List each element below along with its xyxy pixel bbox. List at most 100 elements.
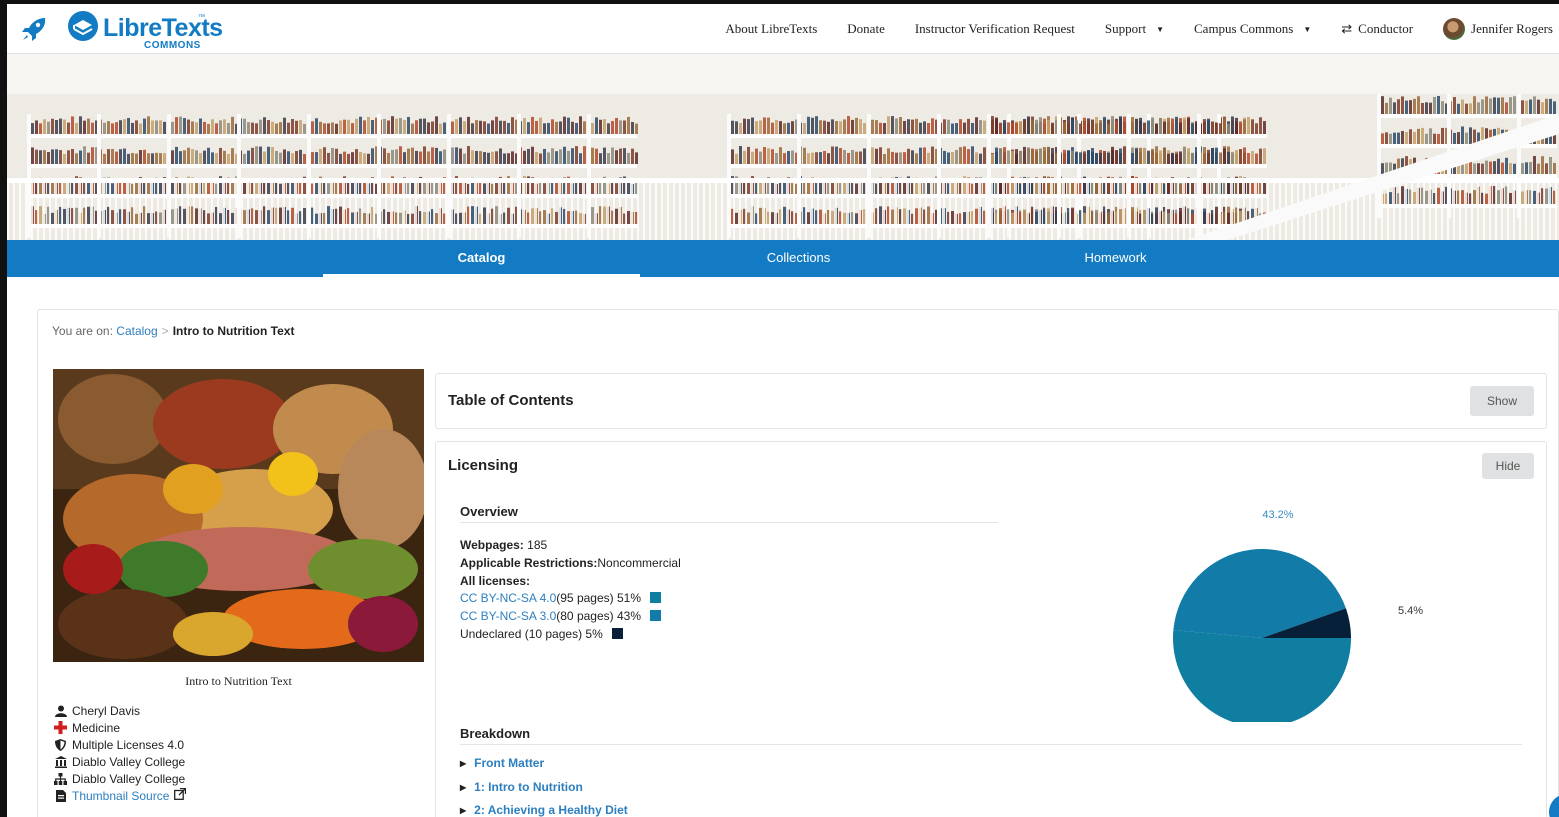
- banner-illustration: [7, 54, 1559, 240]
- nav-conductor-label: Conductor: [1358, 21, 1414, 36]
- webpages-value: 185: [527, 538, 548, 552]
- license-overview: Webpages: 185 Applicable Restrictions:No…: [460, 537, 681, 644]
- pie-slice-label: 5.4%: [1398, 605, 1423, 617]
- meta-license: Multiple Licenses 4.0: [54, 736, 186, 753]
- webpages-row: Webpages: 185: [460, 537, 681, 555]
- caret-down-icon: ▼: [1303, 24, 1312, 34]
- breakdown-item[interactable]: ▶ 2: Achieving a Healthy Diet: [460, 803, 628, 817]
- nav-campus-dropdown[interactable]: Campus Commons ▼: [1179, 21, 1326, 37]
- overview-divider: [460, 522, 998, 523]
- overview-heading: Overview: [460, 504, 518, 519]
- tab-homework[interactable]: Homework: [957, 240, 1274, 277]
- medical-cross-icon: [54, 721, 67, 734]
- license-detail: (80 pages) 43%: [556, 609, 641, 624]
- licensing-title: Licensing: [448, 457, 519, 474]
- meta-author: Cheryl Davis: [54, 702, 186, 719]
- book-cover-image: [53, 369, 424, 662]
- restrictions-label: Applicable Restrictions:: [460, 555, 598, 570]
- book-metadata: Cheryl Davis Medicine Multiple Licenses …: [54, 702, 187, 804]
- caret-down-icon: ▼: [1156, 24, 1164, 34]
- nav-user-label: Jennifer Rogers: [1471, 21, 1553, 36]
- top-navbar: LibreTexts ™ COMMONS About LibreTexts Do…: [7, 4, 1559, 54]
- thumbnail-source-link[interactable]: Thumbnail Source: [72, 789, 169, 803]
- breadcrumb-catalog-link[interactable]: Catalog: [116, 324, 157, 338]
- breadcrumb-prefix: You are on:: [52, 324, 113, 338]
- license-detail: (10 pages) 5%: [521, 626, 603, 641]
- breakdown-divider: [460, 744, 1522, 745]
- tab-catalog[interactable]: Catalog: [323, 240, 640, 277]
- nav-donate[interactable]: Donate: [832, 21, 900, 37]
- nav-verification-label: Instructor Verification Request: [914, 21, 1075, 36]
- nav-donate-label: Donate: [847, 21, 885, 36]
- book-page: You are on: Catalog > Intro to Nutrition T…: [37, 309, 1559, 817]
- nav-about[interactable]: About LibreTexts: [710, 21, 832, 37]
- license-row: Undeclared (10 pages) 5%: [460, 626, 681, 644]
- logo-trademark: ™: [198, 14, 205, 21]
- breakdown-item-label: Front Matter: [474, 756, 545, 770]
- breakdown-item-label: 2: Achieving a Healthy Diet: [474, 803, 628, 817]
- app-frame: LibreTexts ™ COMMONS About LibreTexts Do…: [0, 0, 1559, 817]
- license-color-swatch: [650, 610, 661, 622]
- cover-illustration: [53, 369, 424, 662]
- license-link[interactable]: CC BY-NC-SA 3.0: [460, 609, 556, 623]
- breakdown-heading: Breakdown: [460, 726, 531, 741]
- libretexts-logo[interactable]: LibreTexts ™ COMMONS: [67, 8, 223, 52]
- nav-campus-label: Campus Commons: [1194, 21, 1294, 36]
- avatar: [1443, 18, 1466, 40]
- meta-license-text: Multiple Licenses 4.0: [72, 737, 185, 752]
- sitemap-icon: [54, 772, 67, 785]
- restrictions-value: Noncommercial: [597, 555, 681, 570]
- shield-icon: [54, 738, 67, 751]
- meta-campus-text: Diablo Valley College: [72, 771, 186, 786]
- exchange-icon: ⇄: [1341, 21, 1353, 36]
- user-icon: [54, 704, 67, 717]
- nav-support-label: Support: [1104, 21, 1147, 36]
- license-name: Undeclared: [460, 626, 522, 641]
- nav-about-label: About LibreTexts: [725, 21, 818, 36]
- toc-card: Table of Contents Show: [435, 373, 1547, 429]
- nav-support-dropdown[interactable]: Support ▼: [1090, 21, 1179, 37]
- external-link-icon[interactable]: [174, 787, 187, 803]
- meta-thumbnail: Thumbnail Source: [54, 787, 187, 804]
- all-licenses-row: All licenses:: [460, 573, 681, 591]
- breakdown-item[interactable]: ▶ 1: Intro to Nutrition: [460, 780, 583, 794]
- meta-subject-text: Medicine: [72, 720, 121, 735]
- logo-subtitle: COMMONS: [144, 40, 201, 51]
- breadcrumb: You are on: Catalog > Intro to Nutrition T…: [52, 324, 294, 338]
- logo-mark-icon: [68, 11, 98, 41]
- institution-icon: [54, 755, 67, 768]
- license-row: CC BY-NC-SA 3.0(80 pages) 43%: [460, 608, 681, 626]
- meta-subject: Medicine: [54, 719, 186, 736]
- license-color-swatch: [611, 627, 623, 639]
- restrictions-row: Applicable Restrictions:Noncommercial: [460, 555, 681, 573]
- all-licenses-label: All licenses:: [460, 573, 531, 588]
- book-title: Intro to Nutrition Text: [185, 674, 292, 688]
- license-row: CC BY-NC-SA 4.0(95 pages) 51%: [460, 590, 681, 608]
- license-link[interactable]: CC BY-NC-SA 4.0: [460, 591, 556, 605]
- meta-institution-text: Diablo Valley College: [72, 754, 186, 769]
- pie-slice-label: 43.2%: [1262, 509, 1293, 521]
- toc-show-button[interactable]: Show: [1470, 386, 1534, 416]
- meta-author-text: Cheryl Davis: [72, 703, 141, 718]
- meta-campus: Diablo Valley College: [54, 770, 186, 787]
- licensing-card: Licensing Hide Overview Webpages: 185 Ap…: [435, 441, 1547, 817]
- meta-institution: Diablo Valley College: [54, 753, 186, 770]
- commons-tab-bar: Catalog Collections Homework: [7, 240, 1559, 277]
- nav-user-menu[interactable]: Jennifer Rogers: [1428, 18, 1559, 40]
- rocket-icon[interactable]: [21, 16, 49, 42]
- nav-verification[interactable]: Instructor Verification Request: [900, 21, 1090, 37]
- nav-links: About LibreTexts Donate Instructor Verif…: [710, 4, 1559, 54]
- toc-title: Table of Contents: [448, 392, 574, 409]
- caret-right-icon: ▶: [460, 783, 467, 792]
- licensing-hide-button[interactable]: Hide: [1482, 453, 1534, 479]
- tab-collections[interactable]: Collections: [640, 240, 957, 277]
- license-detail: (95 pages) 51%: [556, 591, 641, 606]
- license-color-swatch: [650, 592, 661, 604]
- caret-right-icon: ▶: [460, 806, 467, 815]
- pie-slice[interactable]: [1173, 630, 1351, 722]
- nav-conductor[interactable]: ⇄ Conductor: [1326, 21, 1428, 37]
- caret-right-icon: ▶: [460, 759, 467, 768]
- breadcrumb-separator: >: [161, 324, 169, 338]
- webpages-label: Webpages:: [460, 538, 524, 552]
- breakdown-item[interactable]: ▶ Front Matter: [460, 756, 544, 770]
